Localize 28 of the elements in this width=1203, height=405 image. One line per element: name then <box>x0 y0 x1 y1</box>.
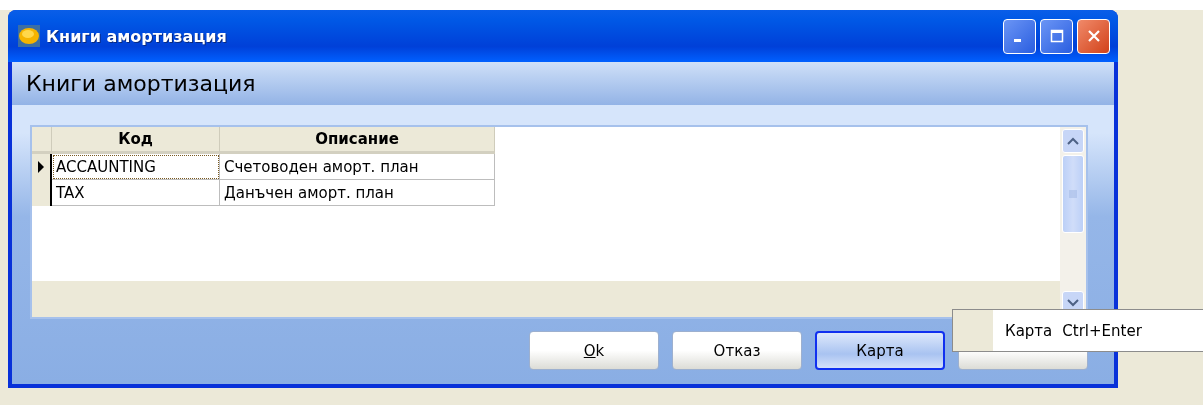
chevron-down-icon <box>1067 299 1079 307</box>
minimize-icon <box>1014 38 1021 42</box>
window-title: Книги амортизация <box>46 26 228 46</box>
table-cell: ACCAUNTING <box>52 154 220 180</box>
dialog-button[interactable]: Отказ <box>672 331 802 370</box>
coin-icon <box>18 25 40 47</box>
close-icon <box>1086 29 1101 43</box>
scroll-thumb[interactable] <box>1062 155 1084 233</box>
dialog-button[interactable]: Ok <box>529 331 659 370</box>
row-indicator[interactable] <box>32 154 52 180</box>
maximize-icon <box>1049 29 1064 43</box>
column-header[interactable]: Код <box>52 127 220 154</box>
close-button[interactable] <box>1077 18 1110 54</box>
table-cell: TAX <box>52 180 220 206</box>
header-cell <box>32 127 52 154</box>
maximize-button[interactable] <box>1040 18 1073 54</box>
scroll-up-button[interactable] <box>1062 129 1084 153</box>
menu-item[interactable]: Карта Ctrl+Enter <box>953 310 1203 351</box>
dialog-button[interactable]: Карта <box>815 331 945 370</box>
row-indicator[interactable] <box>32 180 52 206</box>
table-cell: Данъчен аморт. план <box>220 180 495 206</box>
chevron-up-icon <box>1067 137 1079 145</box>
column-header[interactable]: Описание <box>220 127 495 154</box>
grip-icon <box>1069 190 1077 198</box>
table-cell: Счетоводен аморт. план <box>220 154 495 180</box>
minimize-button[interactable] <box>1003 18 1036 54</box>
current-row-icon <box>37 160 45 174</box>
form-heading: Книги амортизация <box>26 71 256 96</box>
